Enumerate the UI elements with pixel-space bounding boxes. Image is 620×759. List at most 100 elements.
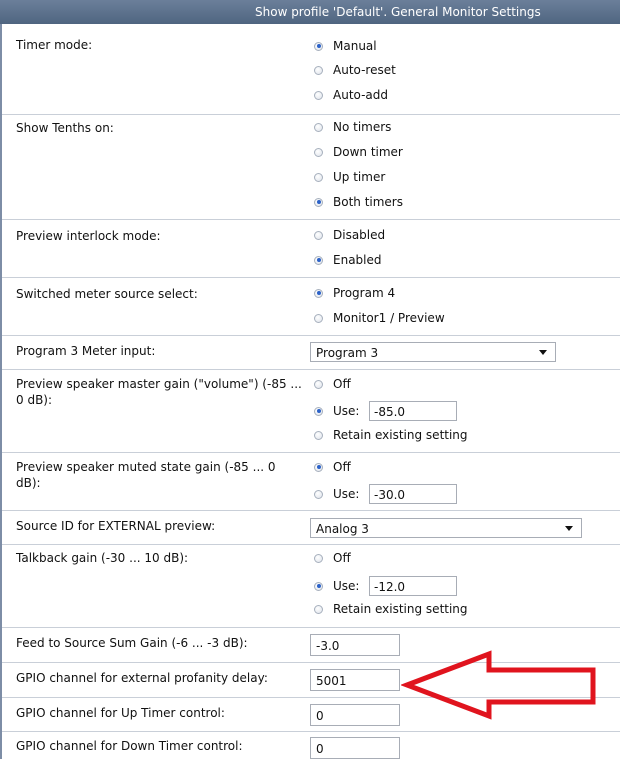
- show-tenths-up-timer-option[interactable]: Up timer: [314, 168, 385, 186]
- preview-interlock-enabled-label: Enabled: [333, 253, 382, 267]
- preview-muted-gain-use-option[interactable]: Use:: [314, 485, 359, 503]
- show-tenths-down-timer-option[interactable]: Down timer: [314, 143, 403, 161]
- preview-interlock-label: Preview interlock mode:: [16, 229, 161, 243]
- talkback-gain-input[interactable]: -12.0: [369, 576, 457, 596]
- preview-interlock-disabled-option[interactable]: Disabled: [314, 226, 385, 244]
- switched-meter-program4-label: Program 4: [333, 286, 396, 300]
- preview-interlock-enabled-option[interactable]: Enabled: [314, 251, 382, 269]
- preview-master-gain-retain-option[interactable]: Retain existing setting: [314, 426, 468, 444]
- annotation-arrow-icon: [401, 650, 596, 720]
- switched-meter-label: Switched meter source select:: [16, 287, 198, 301]
- radio-button-icon[interactable]: [314, 489, 323, 499]
- radio-button-icon[interactable]: [314, 230, 323, 240]
- gpio-profanity-value: 5001: [316, 674, 347, 688]
- program3-meter-select[interactable]: Program 3: [310, 342, 556, 362]
- radio-button-icon[interactable]: [314, 65, 323, 75]
- row-divider: [2, 544, 620, 545]
- radio-button-icon[interactable]: [314, 197, 323, 207]
- radio-button-icon[interactable]: [314, 604, 323, 614]
- show-tenths-both-timers-label: Both timers: [333, 195, 403, 209]
- talkback-gain-off-label: Off: [333, 551, 351, 565]
- talkback-gain-value: -12.0: [374, 580, 406, 594]
- gpio-up-timer-input[interactable]: 0: [310, 704, 400, 726]
- gpio-down-timer-value: 0: [316, 742, 324, 756]
- row-divider: [2, 335, 620, 336]
- radio-button-icon[interactable]: [314, 430, 323, 440]
- timer-mode-label: Timer mode:: [16, 38, 93, 52]
- timer-mode-manual-option[interactable]: Manual: [314, 37, 377, 55]
- preview-muted-gain-value: -30.0: [374, 488, 406, 502]
- preview-muted-gain-use-label: Use:: [333, 487, 360, 501]
- show-tenths-label: Show Tenths on:: [16, 121, 114, 135]
- radio-button-icon[interactable]: [314, 41, 323, 51]
- source-id-external-label: Source ID for EXTERNAL preview:: [16, 519, 216, 533]
- preview-master-gain-input[interactable]: -85.0: [369, 401, 457, 421]
- preview-muted-gain-input[interactable]: -30.0: [369, 484, 457, 504]
- talkback-gain-use-option[interactable]: Use:: [314, 577, 359, 595]
- panel-border: [0, 24, 2, 759]
- row-divider: [2, 369, 620, 370]
- preview-muted-gain-label-line1: Preview speaker muted state gain (-85 ..…: [16, 460, 276, 474]
- timer-mode-auto-add-option[interactable]: Auto-add: [314, 86, 388, 104]
- show-tenths-down-timer-label: Down timer: [333, 145, 403, 159]
- talkback-gain-off-option[interactable]: Off: [314, 549, 351, 567]
- radio-button-icon[interactable]: [314, 581, 323, 591]
- timer-mode-row: [2, 24, 620, 114]
- timer-mode-auto-reset-option[interactable]: Auto-reset: [314, 61, 396, 79]
- dropdown-chevron-icon[interactable]: [539, 350, 547, 355]
- talkback-gain-label: Talkback gain (-30 ... 10 dB):: [16, 551, 189, 565]
- radio-button-icon[interactable]: [314, 122, 323, 132]
- preview-interlock-disabled-label: Disabled: [333, 228, 386, 242]
- preview-master-gain-off-option[interactable]: Off: [314, 375, 351, 393]
- row-divider: [2, 627, 620, 628]
- feed-source-sum-label: Feed to Source Sum Gain (-6 ... -3 dB):: [16, 636, 248, 650]
- preview-muted-gain-label-line2: dB):: [16, 476, 41, 490]
- timer-mode-manual-label: Manual: [333, 39, 377, 53]
- gpio-up-timer-value: 0: [316, 709, 324, 723]
- preview-master-gain-use-label: Use:: [333, 404, 360, 418]
- row-divider: [2, 219, 620, 220]
- radio-button-icon[interactable]: [314, 288, 323, 298]
- switched-meter-monitor1-label: Monitor1 / Preview: [333, 311, 445, 325]
- gpio-down-timer-input[interactable]: 0: [310, 737, 400, 759]
- show-tenths-both-timers-option[interactable]: Both timers: [314, 193, 403, 211]
- radio-button-icon[interactable]: [314, 553, 323, 563]
- talkback-gain-retain-option[interactable]: Retain existing setting: [314, 600, 468, 618]
- gpio-profanity-input[interactable]: 5001: [310, 669, 400, 691]
- row-divider: [2, 731, 620, 732]
- talkback-gain-retain-label: Retain existing setting: [333, 602, 468, 616]
- feed-source-sum-input[interactable]: -3.0: [310, 634, 400, 656]
- settings-header: Show profile 'Default'. General Monitor …: [0, 0, 620, 25]
- switched-meter-monitor1-option[interactable]: Monitor1 / Preview: [314, 309, 445, 327]
- radio-button-icon[interactable]: [314, 462, 323, 472]
- radio-button-icon[interactable]: [314, 406, 323, 416]
- preview-master-gain-label-line1: Preview speaker master gain ("volume") (…: [16, 377, 302, 391]
- row-divider: [2, 452, 620, 453]
- show-tenths-no-timers-label: No timers: [333, 120, 392, 134]
- preview-muted-gain-off-option[interactable]: Off: [314, 458, 351, 476]
- source-id-external-select[interactable]: Analog 3: [310, 518, 582, 538]
- preview-master-gain-retain-label: Retain existing setting: [333, 428, 468, 442]
- show-tenths-no-timers-option[interactable]: No timers: [314, 118, 391, 136]
- radio-button-icon[interactable]: [314, 313, 323, 323]
- preview-master-gain-off-label: Off: [333, 377, 351, 391]
- talkback-gain-use-label: Use:: [333, 579, 360, 593]
- switched-meter-program4-option[interactable]: Program 4: [314, 284, 395, 302]
- radio-button-icon[interactable]: [314, 90, 323, 100]
- gpio-profanity-label: GPIO channel for external profanity dela…: [16, 671, 268, 685]
- radio-button-icon[interactable]: [314, 379, 323, 389]
- preview-master-gain-label-line2: 0 dB):: [16, 393, 53, 407]
- show-tenths-up-timer-label: Up timer: [333, 170, 386, 184]
- gpio-down-timer-label: GPIO channel for Down Timer control:: [16, 739, 243, 753]
- source-id-external-value: Analog 3: [316, 522, 369, 536]
- radio-button-icon[interactable]: [314, 147, 323, 157]
- row-divider: [2, 277, 620, 278]
- radio-button-icon[interactable]: [314, 172, 323, 182]
- dropdown-chevron-icon[interactable]: [565, 526, 573, 531]
- row-divider: [2, 510, 620, 511]
- radio-button-icon[interactable]: [314, 255, 323, 265]
- preview-master-gain-value: -85.0: [374, 405, 406, 419]
- feed-source-sum-value: -3.0: [316, 639, 340, 653]
- preview-master-gain-use-option[interactable]: Use:: [314, 402, 359, 420]
- gpio-up-timer-label: GPIO channel for Up Timer control:: [16, 706, 225, 720]
